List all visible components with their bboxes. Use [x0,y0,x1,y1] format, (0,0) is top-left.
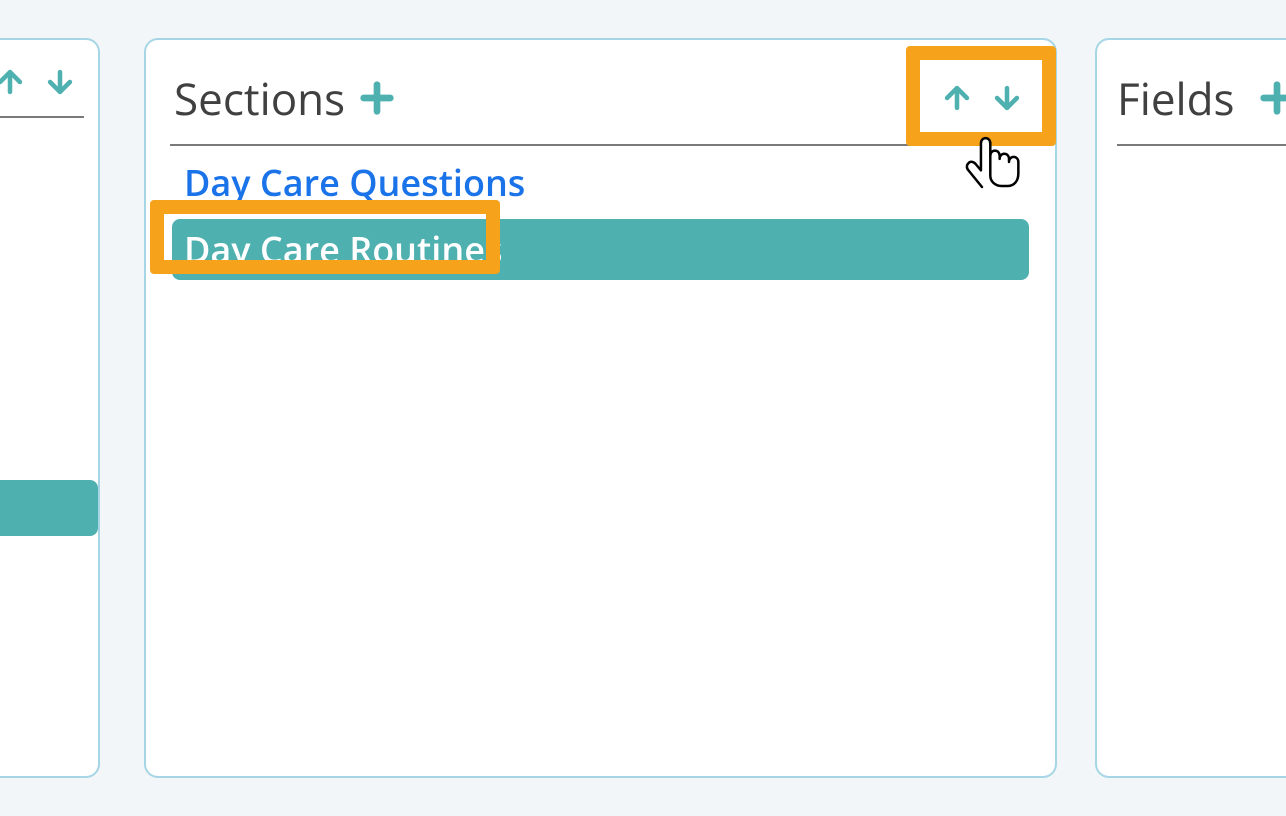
left-move-controls [0,62,80,102]
divider [1117,144,1286,146]
plus-icon[interactable] [1257,78,1286,118]
divider [0,116,84,118]
arrow-down-icon[interactable] [40,62,80,102]
fields-panel: Fields [1095,38,1286,778]
section-item[interactable]: Day Care Questions [172,152,1029,213]
cursor-pointer-icon [960,134,1030,204]
plus-icon[interactable] [357,78,397,118]
arrow-down-icon[interactable] [987,78,1027,118]
arrow-up-icon[interactable] [937,78,977,118]
sections-move-controls [937,78,1027,118]
left-panel [0,38,100,778]
fields-title: Fields [1117,68,1235,128]
left-selected-item[interactable] [0,480,98,536]
sections-panel: Sections [144,38,1057,778]
sections-title: Sections [174,68,345,128]
section-item[interactable]: Day Care Routines [172,219,1029,280]
sections-list: Day Care Questions Day Care Routines [146,152,1055,280]
divider [170,144,1031,146]
arrow-up-icon[interactable] [0,62,30,102]
